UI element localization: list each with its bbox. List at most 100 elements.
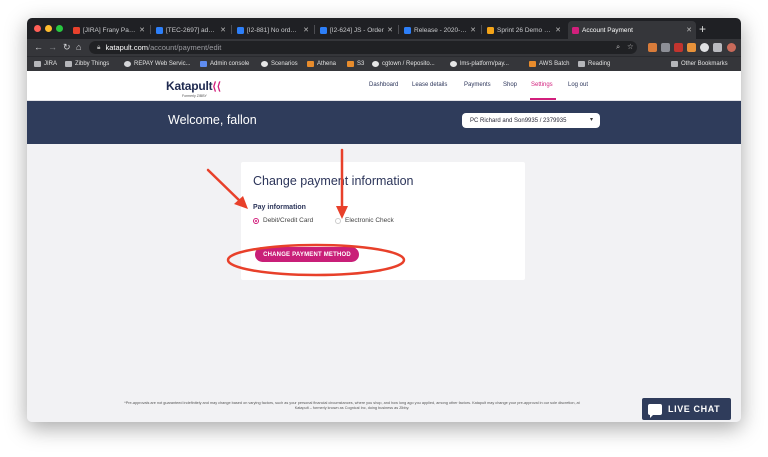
home-icon[interactable]: ⌂ xyxy=(76,41,81,54)
browser-tab[interactable]: [I2-881] No order n ✕ xyxy=(233,21,313,39)
bookmark-star-icon[interactable]: ☆ xyxy=(627,42,634,51)
katapult-logo[interactable]: Katapult⟨⟨ Formerly ZIBBY xyxy=(166,77,221,98)
close-tab-icon[interactable]: ✕ xyxy=(303,26,309,34)
web-page: Katapult⟨⟨ Formerly ZIBBY Dashboard Leas… xyxy=(27,71,741,422)
github-icon xyxy=(372,61,379,67)
folder-icon xyxy=(671,61,678,67)
close-tab-icon[interactable]: ✕ xyxy=(220,26,226,34)
bookmark-cgtown[interactable]: cgtown / Reposito... xyxy=(372,59,435,69)
close-tab-icon[interactable]: ✕ xyxy=(470,26,476,34)
live-chat-button[interactable]: LIVE CHAT xyxy=(642,398,731,420)
nav-lease-details[interactable]: Lease details xyxy=(412,82,447,88)
tab-title: Release - 2020-06- xyxy=(414,26,468,34)
globe-icon xyxy=(124,61,131,67)
folder-icon xyxy=(578,61,585,67)
nav-payments[interactable]: Payments xyxy=(464,82,491,88)
close-tab-icon[interactable]: ✕ xyxy=(686,26,692,34)
profile-avatar-icon[interactable] xyxy=(727,43,736,52)
extension-icon[interactable] xyxy=(674,43,683,52)
browser-tab[interactable]: Sprint 26 Demo - G ✕ xyxy=(483,21,565,39)
welcome-text: Welcome, fallon xyxy=(168,113,257,127)
browser-tab[interactable]: [TEC-2697] add ne ✕ xyxy=(152,21,230,39)
extension-icon[interactable] xyxy=(687,43,696,52)
url-path: /account/payment/edit xyxy=(148,43,222,52)
browser-tab-active[interactable]: Account Payment ✕ xyxy=(568,21,696,39)
nav-settings[interactable]: Settings xyxy=(531,82,553,88)
account-selector[interactable]: PC Richard and Son9935 / 2379935 ▾ xyxy=(462,113,600,128)
jira-favicon-icon xyxy=(320,26,327,34)
browser-tab[interactable]: [I2-624] JS - Order ✕ xyxy=(316,21,397,39)
jira-favicon-icon xyxy=(237,26,244,34)
pay-information-label: Pay information xyxy=(253,204,306,211)
forward-arrow-icon[interactable]: → xyxy=(48,41,57,54)
close-tab-icon[interactable]: ✕ xyxy=(555,26,561,34)
extension-icon[interactable] xyxy=(713,43,722,52)
browser-toolbar: ← → ↻ ⌂ 🔒︎ katapult.com/account/payment/… xyxy=(27,39,741,56)
change-payment-method-button[interactable]: CHANGE PAYMENT METHOD xyxy=(255,247,359,262)
tab-title: [I2-881] No order n xyxy=(247,26,301,34)
folder-icon xyxy=(65,61,72,67)
bookmark-repay[interactable]: REPAY Web Servic... xyxy=(124,59,191,69)
bookmark-lms-platform[interactable]: lms-platform/pay... xyxy=(450,59,509,69)
aws-icon xyxy=(307,61,314,67)
tab-strip: [JIRA] Frany Patel m ✕ [TEC-2697] add ne… xyxy=(27,18,741,39)
bookmark-reading[interactable]: Reading xyxy=(578,59,610,69)
github-icon xyxy=(261,61,268,67)
disclaimer-text: *Pre-approvals are not guaranteed indefi… xyxy=(124,401,580,410)
browser-tab[interactable]: Release - 2020-06- ✕ xyxy=(400,21,480,39)
nav-dashboard[interactable]: Dashboard xyxy=(369,82,398,88)
katapult-favicon-icon xyxy=(572,26,579,34)
extension-icon[interactable] xyxy=(700,43,709,52)
chevron-down-icon: ▾ xyxy=(589,117,593,123)
radio-electronic-check[interactable]: Electronic Check xyxy=(335,217,394,224)
other-bookmarks[interactable]: Other Bookmarks xyxy=(671,59,728,69)
new-tab-icon[interactable]: + xyxy=(699,21,706,37)
url-domain: katapult.com xyxy=(105,43,148,52)
bookmark-zibby-things[interactable]: Zibby Things xyxy=(65,59,109,69)
bookmark-scenarios[interactable]: Scenarios xyxy=(261,59,298,69)
bookmark-jira[interactable]: JIRA xyxy=(34,59,57,69)
confluence-favicon-icon xyxy=(404,26,411,34)
chat-bubble-icon xyxy=(648,403,662,418)
bookmark-s3[interactable]: S3 xyxy=(347,59,364,69)
minimize-window-icon[interactable] xyxy=(45,25,52,32)
katapult-mark-icon: ⟨⟨ xyxy=(212,81,221,93)
close-tab-icon[interactable]: ✕ xyxy=(139,26,145,34)
shield-icon xyxy=(200,61,207,67)
active-nav-underline xyxy=(530,98,556,100)
welcome-banner: Welcome, fallon PC Richard and Son9935 /… xyxy=(27,101,741,144)
jira-favicon-icon xyxy=(73,26,80,34)
aws-icon xyxy=(529,61,536,67)
back-arrow-icon[interactable]: ← xyxy=(34,41,43,54)
radio-debit-credit-card[interactable]: Debit/Credit Card xyxy=(253,217,313,224)
nav-log-out[interactable]: Log out xyxy=(568,82,588,88)
tab-title: [I2-624] JS - Order xyxy=(330,26,384,34)
extension-icon[interactable] xyxy=(648,43,657,52)
tab-title: Account Payment xyxy=(582,26,633,34)
maximize-window-icon[interactable] xyxy=(56,25,63,32)
bookmark-admin-console[interactable]: Admin console xyxy=(200,59,249,69)
reload-icon[interactable]: ↻ xyxy=(63,41,71,54)
radio-selected-icon[interactable] xyxy=(253,217,259,224)
radio-unselected-icon[interactable] xyxy=(335,217,341,224)
card-title: Change payment information xyxy=(253,174,414,188)
tab-title: [TEC-2697] add ne xyxy=(166,26,218,34)
browser-window: [JIRA] Frany Patel m ✕ [TEC-2697] add ne… xyxy=(27,18,741,422)
browser-tab[interactable]: [JIRA] Frany Patel m ✕ xyxy=(69,21,149,39)
address-bar[interactable]: 🔒︎ katapult.com/account/payment/edit ⌕ ☆ xyxy=(89,41,637,54)
extension-icon[interactable] xyxy=(661,43,670,52)
lock-icon: 🔒︎ xyxy=(97,43,101,51)
account-selector-value: PC Richard and Son9935 / 2379935 xyxy=(470,117,567,124)
nav-shop[interactable]: Shop xyxy=(503,82,517,88)
bookmark-athena[interactable]: Athena xyxy=(307,59,336,69)
site-header: Katapult⟨⟨ Formerly ZIBBY Dashboard Leas… xyxy=(27,71,741,101)
close-tab-icon[interactable]: ✕ xyxy=(387,26,393,34)
tab-title: Sprint 26 Demo - G xyxy=(497,26,553,34)
bookmark-aws-batch[interactable]: AWS Batch xyxy=(529,59,569,69)
slides-favicon-icon xyxy=(487,26,494,34)
github-icon xyxy=(450,61,457,67)
aws-icon xyxy=(347,61,354,67)
search-icon[interactable]: ⌕ xyxy=(616,42,620,52)
close-window-icon[interactable] xyxy=(34,25,41,32)
payment-card: Change payment information Pay informati… xyxy=(241,162,525,280)
